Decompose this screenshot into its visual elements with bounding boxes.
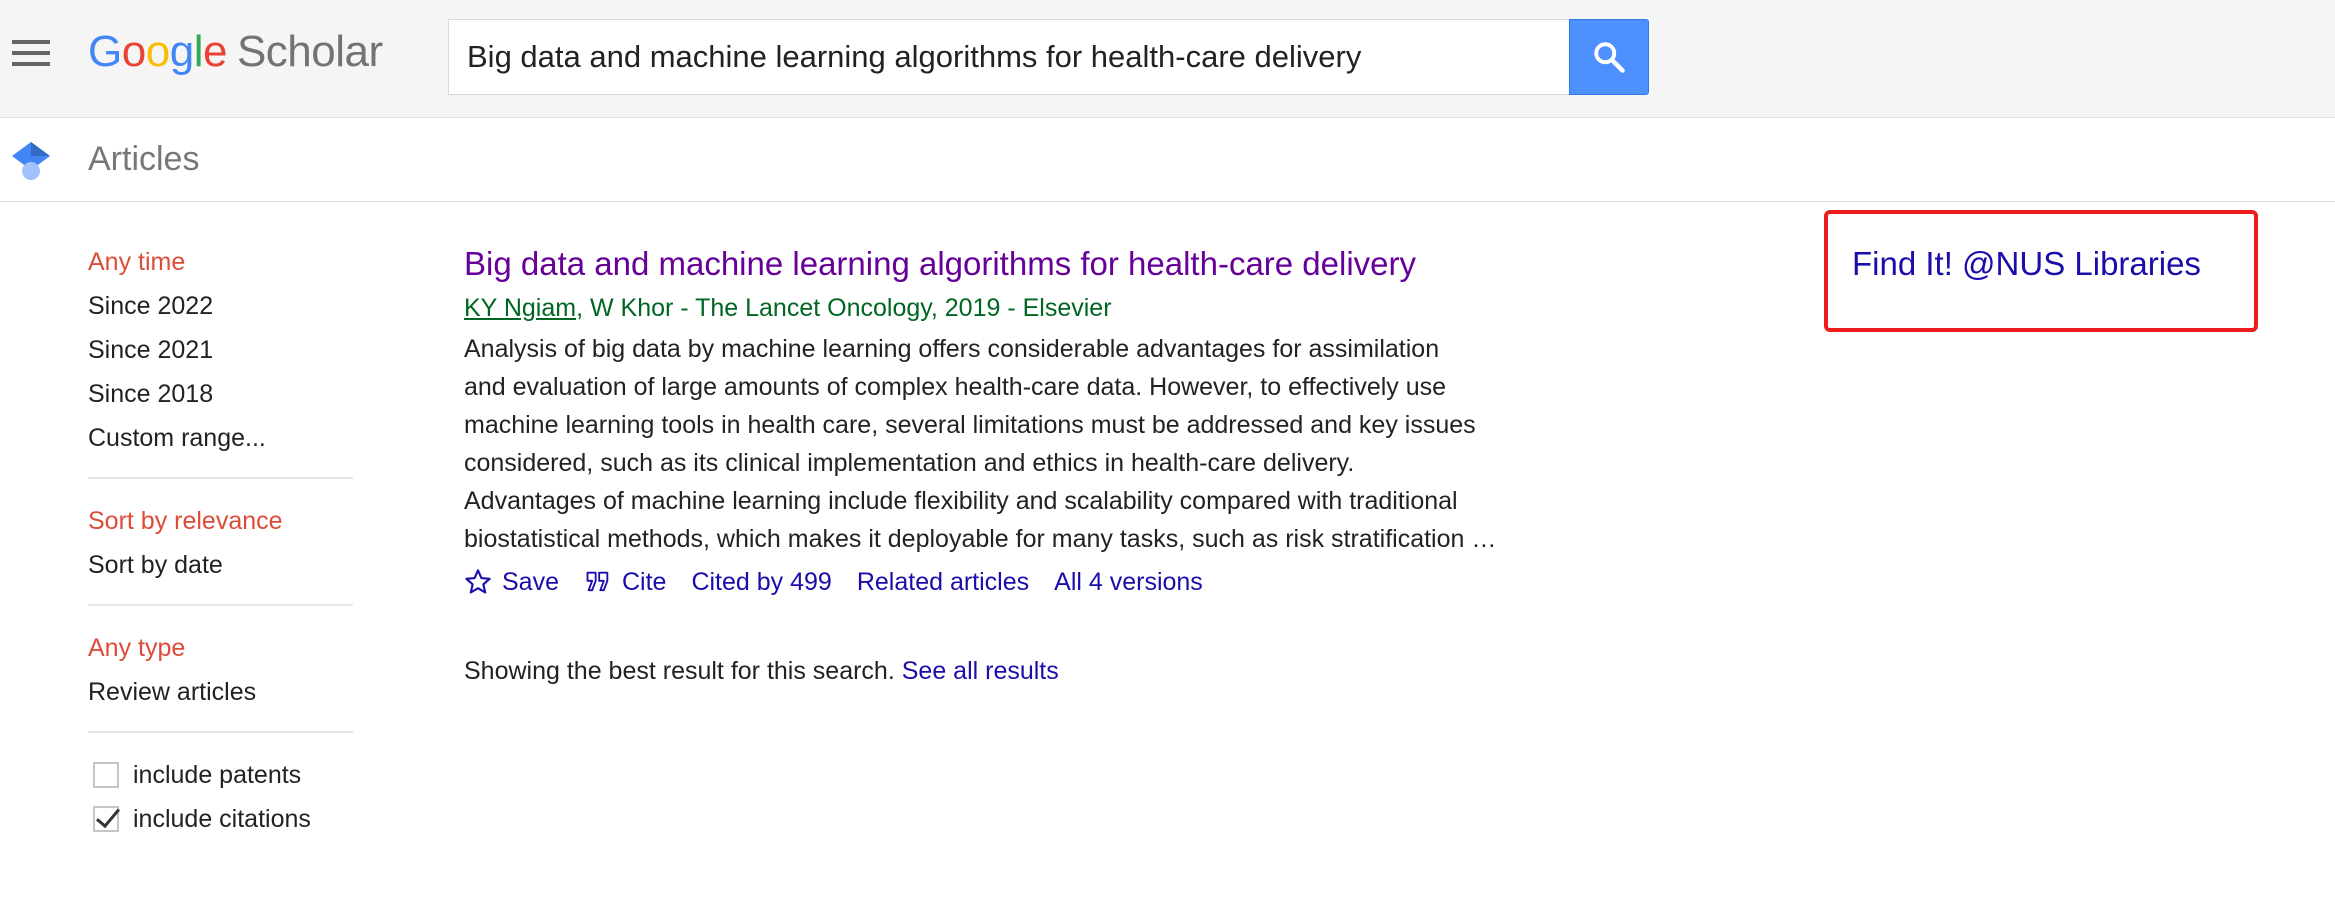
find-it-nus-libraries-link[interactable]: Find It! @NUS Libraries <box>1852 240 2201 288</box>
snippet-line: biostatistical methods, which makes it d… <box>464 525 1497 553</box>
filter-any-time[interactable]: Any time <box>88 240 353 284</box>
cite-label: Cite <box>621 568 667 596</box>
snippet-line: considered, such as its clinical impleme… <box>464 449 1355 477</box>
divider <box>88 604 353 606</box>
filter-since-2021[interactable]: Since 2021 <box>88 328 353 372</box>
search-input[interactable] <box>465 38 1554 76</box>
snippet-line: and evaluation of large amounts of compl… <box>464 373 1447 401</box>
filter-custom-range[interactable]: Custom range... <box>88 416 353 460</box>
best-result-notice: Showing the best result for this search.… <box>464 652 1059 690</box>
include-citations-label: include citations <box>133 804 311 833</box>
related-articles-link[interactable]: Related articles <box>857 562 1029 602</box>
result-meta-text: , W Khor - The Lancet Oncology, 2019 - E… <box>576 294 1112 322</box>
divider <box>88 731 353 733</box>
result-actions: Save Cite Cited by 499 Related articles … <box>464 562 1564 602</box>
sort-by-date[interactable]: Sort by date <box>88 543 353 587</box>
save-button[interactable]: Save <box>464 562 559 602</box>
author-link[interactable]: KY Ngiam <box>464 294 576 322</box>
filter-since-2018[interactable]: Since 2018 <box>88 372 353 416</box>
section-title: Articles <box>88 140 200 178</box>
search-result: Big data and machine learning algorithms… <box>464 240 1564 602</box>
include-patents-label: include patents <box>133 760 302 789</box>
include-patents-option[interactable]: include patents <box>88 753 353 797</box>
include-citations-option[interactable]: include citations <box>88 797 353 841</box>
cite-button[interactable]: Cite <box>584 562 666 602</box>
snippet-line: Advantages of machine learning include f… <box>464 487 1458 515</box>
sidebar-filters: Any time Since 2022 Since 2021 Since 201… <box>88 240 353 841</box>
logo-letter: G <box>88 27 122 76</box>
search-button[interactable] <box>1569 19 1649 95</box>
sort-by-relevance[interactable]: Sort by relevance <box>88 499 353 543</box>
logo-scholar-text: Scholar <box>236 27 383 76</box>
result-meta: KY Ngiam, W Khor - The Lancet Oncology, … <box>464 290 1564 326</box>
filter-since-2022[interactable]: Since 2022 <box>88 284 353 328</box>
all-versions-link[interactable]: All 4 versions <box>1054 562 1203 602</box>
divider <box>88 477 353 479</box>
star-icon <box>465 569 491 594</box>
best-result-text: Showing the best result for this search. <box>464 657 895 685</box>
include-patents-checkbox[interactable] <box>93 762 119 788</box>
filter-any-type[interactable]: Any type <box>88 626 353 670</box>
search-icon <box>1594 42 1625 73</box>
result-title-link[interactable]: Big data and machine learning algorithms… <box>464 240 1416 288</box>
save-label: Save <box>502 568 559 596</box>
snippet-line: machine learning tools in health care, s… <box>464 411 1476 439</box>
hamburger-menu-icon[interactable] <box>12 40 50 66</box>
snippet-line: Analysis of big data by machine learning… <box>464 335 1440 363</box>
logo-letter: l <box>193 27 204 76</box>
logo-letter: g <box>169 27 194 76</box>
top-header: Google Scholar <box>0 0 2335 118</box>
google-scholar-logo[interactable]: Google Scholar <box>88 22 383 82</box>
filter-review-articles[interactable]: Review articles <box>88 670 353 714</box>
include-citations-checkbox[interactable] <box>93 806 119 832</box>
logo-letter: o <box>145 27 170 76</box>
search-box <box>448 19 1570 95</box>
quote-icon <box>586 571 609 592</box>
cited-by-link[interactable]: Cited by 499 <box>691 562 831 602</box>
result-snippet: Analysis of big data by machine learning… <box>464 330 1564 558</box>
graduation-cap-icon <box>12 142 50 180</box>
logo-letter: o <box>121 27 146 76</box>
see-all-results-link[interactable]: See all results <box>902 657 1059 685</box>
logo-letter: e <box>202 27 227 76</box>
subheader: Articles <box>0 118 2335 202</box>
